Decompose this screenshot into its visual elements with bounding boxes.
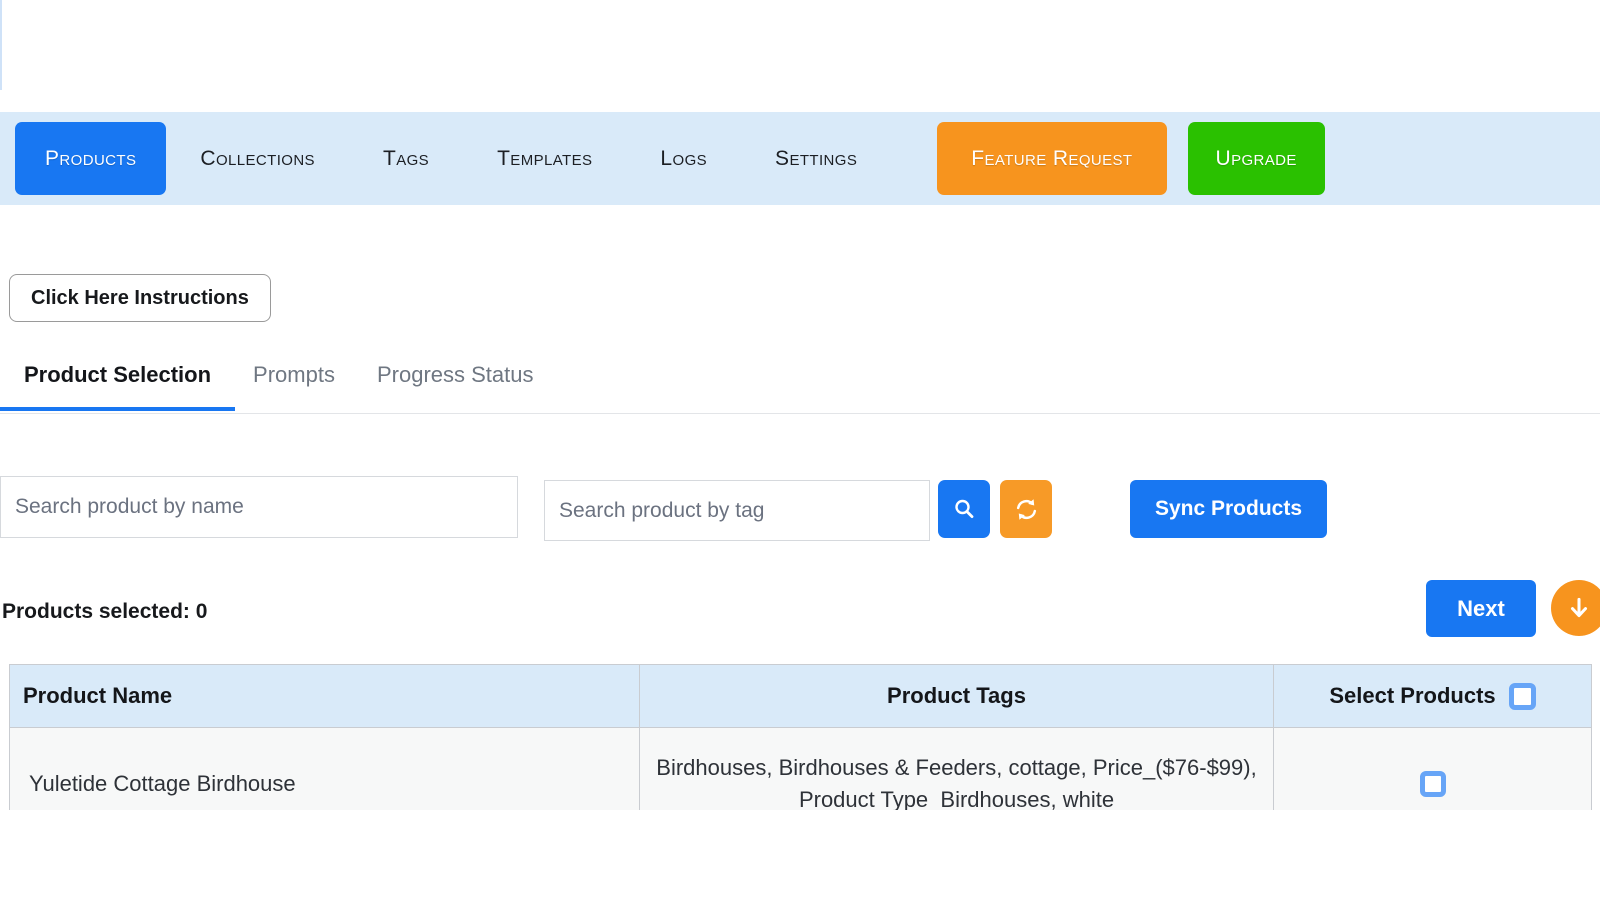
nav-label-collections: Collections xyxy=(200,147,315,171)
column-header-product-tags: Product Tags xyxy=(640,665,1274,728)
nav-item-logs[interactable]: Logs xyxy=(626,122,741,195)
nav-item-settings[interactable]: Settings xyxy=(741,122,891,195)
next-button[interactable]: Next xyxy=(1426,580,1536,637)
nav-item-products[interactable]: Products xyxy=(15,122,166,195)
column-header-select-products: Select Products xyxy=(1274,665,1592,728)
left-edge-rule xyxy=(0,0,2,90)
search-icon xyxy=(952,497,976,521)
tab-strip: Product Selection Prompts Progress Statu… xyxy=(0,342,1600,414)
instructions-button-label: Click Here Instructions xyxy=(31,287,249,310)
instructions-button[interactable]: Click Here Instructions xyxy=(9,274,271,322)
products-selected-count: Products selected: 0 xyxy=(2,600,207,624)
nav-item-collections[interactable]: Collections xyxy=(166,122,349,195)
products-table-head: Product Name Product Tags Select Product… xyxy=(10,665,1592,728)
app-viewport: Products Collections Tags Templates Logs… xyxy=(0,0,1600,900)
nav-item-feature-request[interactable]: Feature Request xyxy=(937,122,1166,195)
nav-label-products: Products xyxy=(45,147,136,171)
scroll-down-button[interactable] xyxy=(1551,580,1600,636)
table-header-row: Product Name Product Tags Select Product… xyxy=(10,665,1592,728)
refresh-icon xyxy=(1014,497,1039,522)
nav-label-feature-request: Feature Request xyxy=(971,147,1132,171)
nav-item-tags[interactable]: Tags xyxy=(349,122,463,195)
nav-label-tags: Tags xyxy=(383,147,429,171)
tab-progress-status[interactable]: Progress Status xyxy=(377,362,534,410)
search-button[interactable] xyxy=(938,480,990,538)
main-navbar: Products Collections Tags Templates Logs… xyxy=(0,112,1600,205)
column-header-product-name: Product Name xyxy=(10,665,640,728)
nav-item-templates[interactable]: Templates xyxy=(463,122,626,195)
refresh-button[interactable] xyxy=(1000,480,1052,538)
nav-label-logs: Logs xyxy=(660,147,707,171)
search-product-tag-input[interactable] xyxy=(544,480,930,541)
nav-label-upgrade: Upgrade xyxy=(1216,147,1297,171)
search-toolbar: Sync Products xyxy=(0,414,1600,564)
tab-label-progress-status: Progress Status xyxy=(377,362,534,387)
search-product-name-input[interactable] xyxy=(0,476,518,538)
sync-products-button[interactable]: Sync Products xyxy=(1130,480,1327,538)
selection-toolbar: Products selected: 0 Next xyxy=(0,564,1600,664)
tab-label-product-selection: Product Selection xyxy=(24,362,211,387)
page-bottom-spacer xyxy=(0,810,1600,900)
arrow-down-icon xyxy=(1566,595,1592,621)
nav-label-settings: Settings xyxy=(775,147,857,171)
select-all-checkbox[interactable] xyxy=(1509,683,1536,710)
row-select-checkbox[interactable] xyxy=(1420,771,1446,797)
instructions-section: Click Here Instructions xyxy=(0,205,1600,342)
nav-label-templates: Templates xyxy=(497,147,592,171)
tab-product-selection[interactable]: Product Selection xyxy=(24,362,211,410)
column-header-select-label: Select Products xyxy=(1329,683,1495,709)
tab-prompts[interactable]: Prompts xyxy=(253,362,335,410)
tab-label-prompts: Prompts xyxy=(253,362,335,387)
nav-item-upgrade[interactable]: Upgrade xyxy=(1188,122,1325,195)
top-spacer xyxy=(0,0,1600,112)
